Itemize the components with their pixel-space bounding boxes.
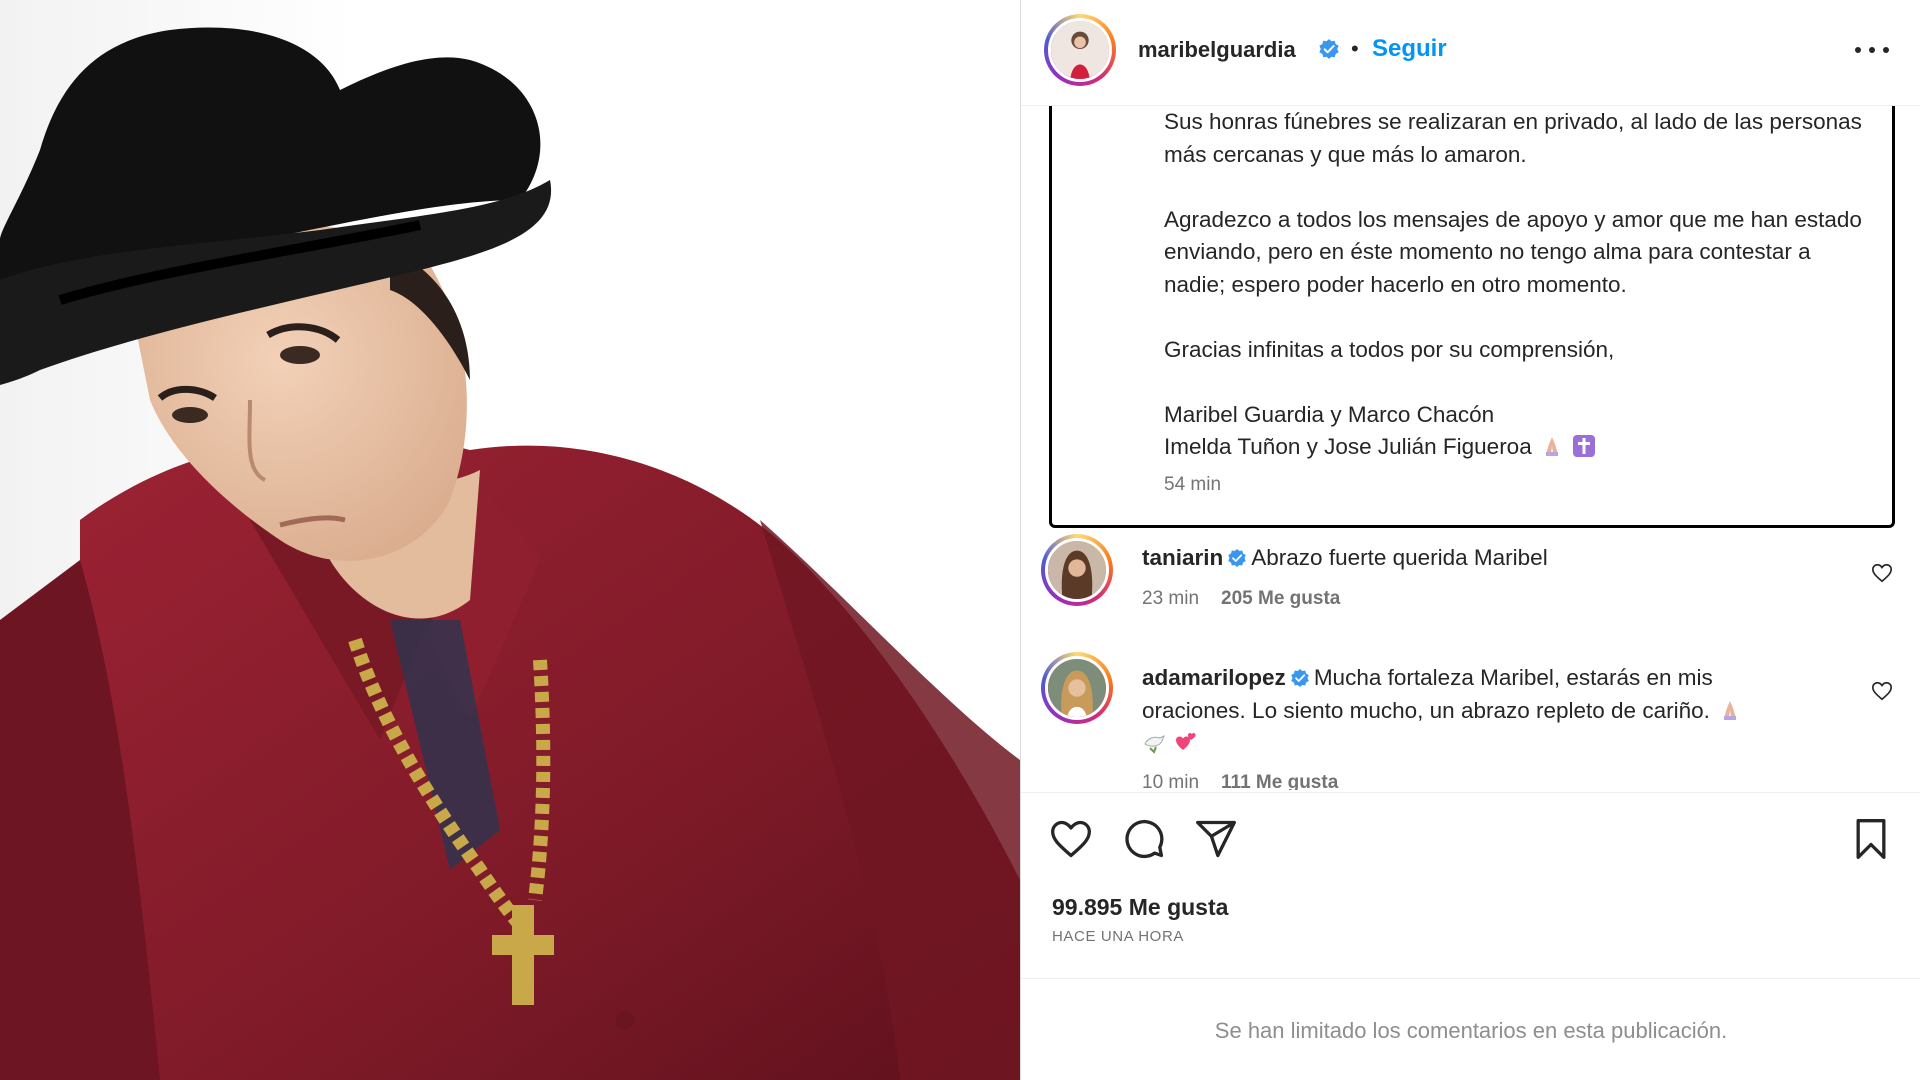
comment-text: Abrazo fuerte querida Maribel [1251,545,1548,570]
caption-signature-text: Imelda Tuñon y Jose Julián Figueroa [1164,434,1532,459]
commenter-avatar[interactable] [1041,652,1113,724]
dove-icon [1144,734,1165,754]
two-hearts-icon [1176,733,1196,750]
author-avatar-image [1051,21,1109,79]
caption-paragraph: Gracias infinitas a todos por su compren… [1164,336,1615,362]
comment-like-heart-icon[interactable] [1871,680,1893,702]
caption-signature-line: Maribel Guardia y Marco Chacón [1164,401,1495,427]
comment-bubble-icon[interactable] [1122,817,1166,861]
follow-button[interactable]: Seguir [1372,35,1447,63]
comments-limited-notice: Se han limitado los comentarios en esta … [1214,1018,1728,1043]
comments-list[interactable]: taniarin Abrazo fuerte querida Maribel 23… [1021,528,1920,790]
folded-hands-icon [1545,437,1558,456]
header-separator: • [1351,36,1359,61]
more-options-icon[interactable] [1855,38,1889,62]
share-paper-plane-icon[interactable] [1194,817,1238,861]
caption-paragraph: Agradezco a todos los mensajes de apoyo … [1164,206,1862,297]
caption-text: Sus honras fúnebres se realizaran en pri… [1164,106,1864,464]
comment-likes[interactable]: 205 Me gusta [1221,588,1340,609]
comment-meta: 10 min 111 Me gusta [1142,772,1338,790]
caption-signature-line-2: Imelda Tuñon y Jose Julián Figueroa [1164,431,1864,464]
post-caption: Sus honras fúnebres se realizaran en pri… [1049,106,1895,528]
post-header: maribelguardia • Seguir [1021,0,1920,106]
author-username[interactable]: maribelguardia [1138,37,1296,63]
comment-username[interactable]: adamarilopez [1142,665,1286,690]
post-timestamp[interactable]: HACE UNA HORA [1052,928,1184,945]
comment-username[interactable]: taniarin [1142,545,1223,570]
commenter-avatar[interactable] [1041,534,1113,606]
comment-likes[interactable]: 111 Me gusta [1221,772,1338,790]
post-action-bar [1021,792,1920,880]
comments-limited-footer: Se han limitado los comentarios en esta … [1021,978,1920,1080]
comment-like-heart-icon[interactable] [1871,562,1893,584]
instagram-post-view: maribelguardia • Seguir Sus honras fúneb… [0,0,1920,1080]
comment-body: taniarin Abrazo fuerte querida Maribel [1142,542,1822,575]
post-image[interactable] [0,0,1020,1080]
comment-time[interactable]: 10 min [1142,772,1199,790]
verified-badge-icon [1291,669,1309,687]
author-avatar[interactable] [1044,14,1116,86]
comment-meta: 23 min 205 Me gusta [1142,588,1340,610]
folded-hands-icon [1723,700,1736,720]
caption-paragraph: Sus honras fúnebres se realizaran en pri… [1164,109,1862,167]
caption-time[interactable]: 54 min [1164,474,1221,496]
verified-badge-icon [1319,39,1339,59]
comment-time[interactable]: 23 min [1142,588,1199,609]
verified-badge-icon [1228,549,1247,567]
latin-cross-icon [1572,435,1595,457]
comment-body: adamarilopez Mucha fortaleza Maribel, est… [1142,662,1822,760]
post-likes-count[interactable]: 99.895 Me gusta [1052,894,1228,921]
save-bookmark-icon[interactable] [1849,817,1893,861]
commenter-avatar-image [1048,659,1106,717]
post-details-panel: maribelguardia • Seguir Sus honras fúneb… [1020,0,1920,1080]
commenter-avatar-image [1048,541,1106,599]
like-heart-icon[interactable] [1049,817,1093,861]
post-photo-illustration [0,27,1020,1080]
